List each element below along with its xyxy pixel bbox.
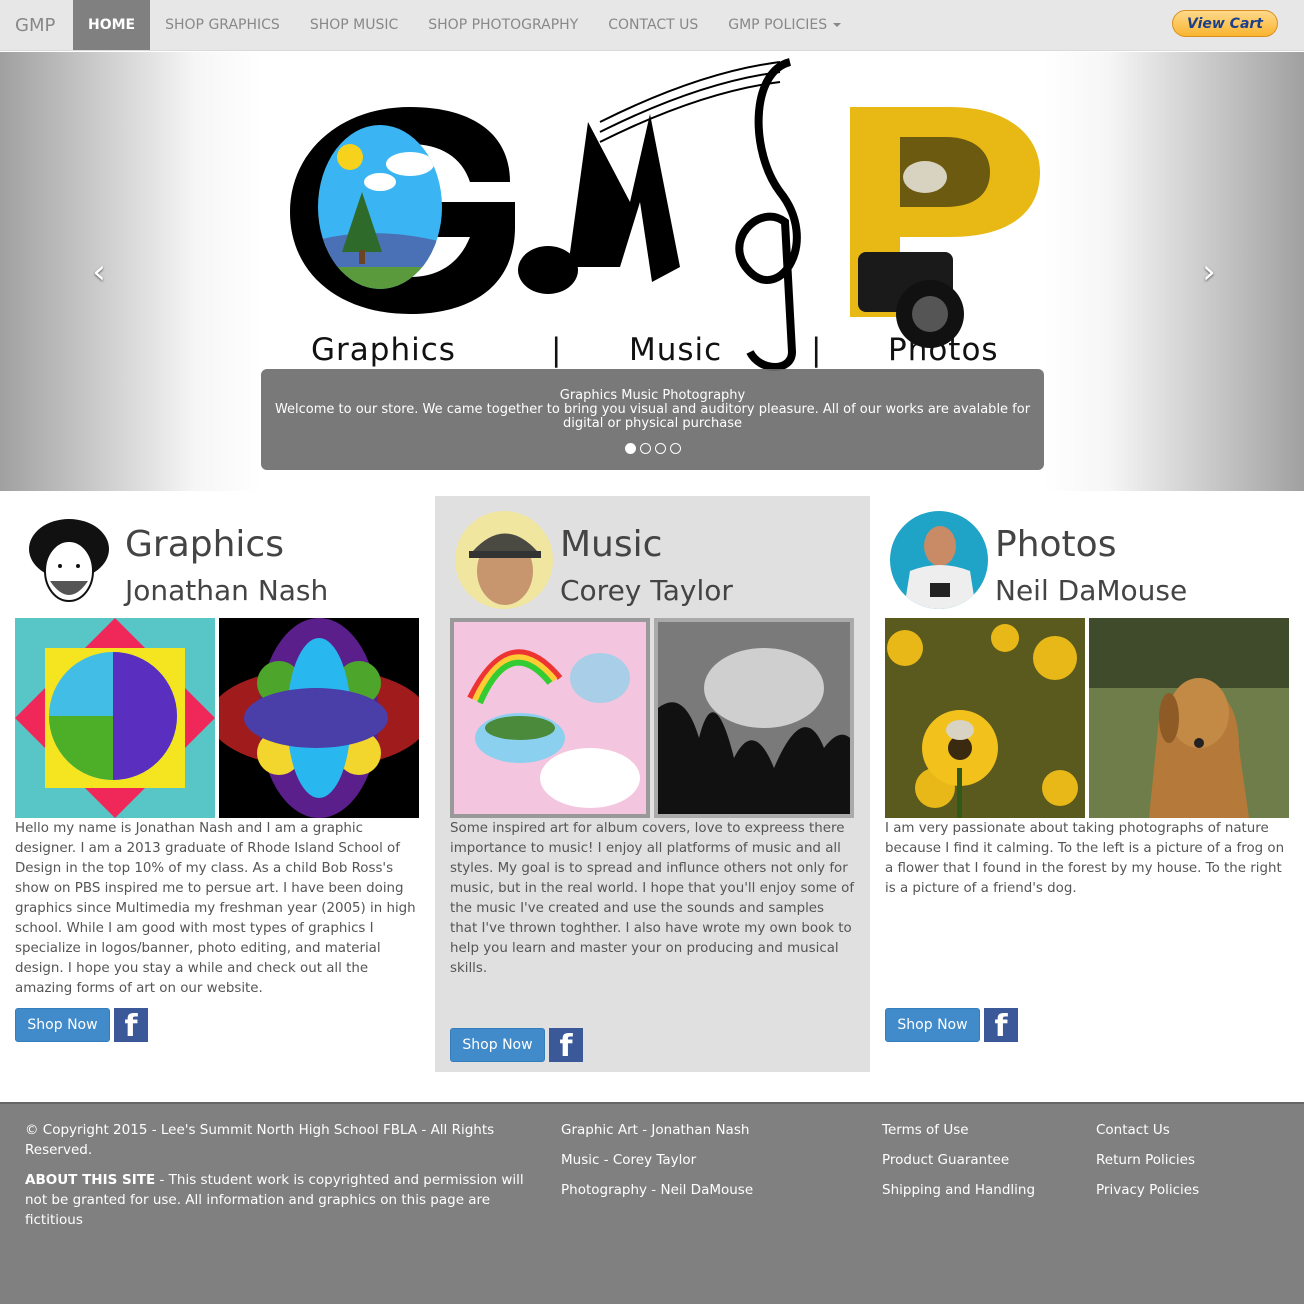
caption-text: Welcome to our store. We came together t… xyxy=(274,402,1031,431)
footer-link-guarantee[interactable]: Product Guarantee xyxy=(882,1150,1082,1170)
music-artist-name: Corey Taylor xyxy=(560,574,733,607)
graphics-sample-1 xyxy=(15,618,215,818)
photos-bio: I am very passionate about taking photog… xyxy=(885,821,1285,896)
footer-about-label: ABOUT THIS SITE xyxy=(25,1172,156,1188)
frog-on-flower-photo xyxy=(885,618,1085,818)
carousel-caption: Graphics Music Photography Welcome to ou… xyxy=(261,369,1044,470)
logo-letter-m xyxy=(518,58,801,371)
album-cover-2 xyxy=(654,618,854,818)
nav-shop-graphics[interactable]: SHOP GRAPHICS xyxy=(150,0,295,50)
brand-link[interactable]: GMP xyxy=(0,0,73,50)
footer-link-contact-us[interactable]: Contact Us xyxy=(1096,1120,1296,1140)
photos-samples xyxy=(885,618,1289,818)
carousel-indicator-1[interactable] xyxy=(624,443,636,454)
shop-photography-button[interactable]: Shop Now xyxy=(885,1008,980,1042)
shop-music-button[interactable]: Shop Now xyxy=(450,1028,545,1062)
footer-link-shipping[interactable]: Shipping and Handling xyxy=(882,1180,1082,1200)
graphics-sample-2 xyxy=(219,618,419,818)
graphics-artist-name: Jonathan Nash xyxy=(125,574,329,607)
neil-damouse-avatar xyxy=(890,511,988,609)
footer-link-return-policies[interactable]: Return Policies xyxy=(1096,1150,1296,1170)
graphics-bio: Hello my name is Jonathan Nash and I am … xyxy=(15,821,416,996)
photos-column: Photos Neil DaMouse I am very passionate… xyxy=(870,496,1304,1072)
music-samples xyxy=(450,618,854,818)
carousel-indicator-2[interactable] xyxy=(639,443,651,454)
corey-taylor-avatar xyxy=(455,511,553,609)
carousel-next-control[interactable]: › xyxy=(1194,252,1224,292)
top-navbar: GMP HOME SHOP GRAPHICS SHOP MUSIC SHOP P… xyxy=(0,0,1304,51)
tagline-music: Music xyxy=(629,332,723,368)
album-cover-1 xyxy=(450,618,650,818)
footer-link-graphic-art[interactable]: Graphic Art - Jonathan Nash xyxy=(561,1120,861,1140)
graphics-title: Graphics xyxy=(125,524,284,565)
footer-policies: Terms of Use Product Guarantee Shipping … xyxy=(882,1120,1082,1210)
carousel-indicator-4[interactable] xyxy=(669,443,681,454)
footer-copyright: © Copyright 2015 - Lee's Summit North Hi… xyxy=(25,1122,495,1158)
caret-down-icon xyxy=(833,23,842,27)
music-title: Music xyxy=(560,524,663,565)
chevron-right-icon: › xyxy=(1202,252,1216,292)
graphics-actions: Shop Now f xyxy=(15,1008,148,1042)
carousel-indicator-3[interactable] xyxy=(654,443,666,454)
graphics-samples xyxy=(15,618,419,818)
nav-home[interactable]: HOME xyxy=(73,0,151,50)
footer-link-photography[interactable]: Photography - Neil DaMouse xyxy=(561,1180,861,1200)
footer-about-text: ABOUT THIS SITE - This student work is c… xyxy=(25,1170,535,1230)
nav-shop-photography[interactable]: SHOP PHOTOGRAPHY xyxy=(413,0,593,50)
shop-graphics-button[interactable]: Shop Now xyxy=(15,1008,110,1042)
graphics-column: Graphics Jonathan Nash Hello my name is … xyxy=(0,496,435,1072)
nav-contact-us[interactable]: CONTACT US xyxy=(593,0,713,50)
footer-contact: Contact Us Return Policies Privacy Polic… xyxy=(1096,1120,1296,1210)
music-column: Music Corey Taylor Some inspired art for… xyxy=(435,496,870,1072)
view-cart-button[interactable]: View Cart xyxy=(1172,10,1278,37)
nav-gmp-policies-dropdown[interactable]: GMP POLICIES xyxy=(713,0,856,50)
jonathan-nash-avatar xyxy=(20,511,118,609)
hero-carousel: ‹ › Graphics | Music | Photos Graphics M… xyxy=(0,52,1304,491)
logo-letter-g xyxy=(290,107,515,314)
facebook-icon[interactable]: f xyxy=(984,1008,1018,1042)
gmp-logo-image xyxy=(290,58,1040,371)
footer-link-terms[interactable]: Terms of Use xyxy=(882,1120,1082,1140)
site-footer: © Copyright 2015 - Lee's Summit North Hi… xyxy=(0,1102,1304,1304)
caption-title: Graphics Music Photography xyxy=(559,388,746,403)
nav-shop-music[interactable]: SHOP MUSIC xyxy=(295,0,413,50)
tagline-graphics: Graphics xyxy=(311,332,456,368)
footer-about: © Copyright 2015 - Lee's Summit North Hi… xyxy=(25,1120,535,1240)
footer-link-music[interactable]: Music - Corey Taylor xyxy=(561,1150,861,1170)
carousel-prev-control[interactable]: ‹ xyxy=(84,252,114,292)
facebook-icon[interactable]: f xyxy=(114,1008,148,1042)
tagline-divider: | xyxy=(551,332,563,368)
footer-artists: Graphic Art - Jonathan Nash Music - Core… xyxy=(561,1120,861,1210)
photos-title: Photos xyxy=(995,524,1117,565)
tagline-divider: | xyxy=(811,332,823,368)
carousel-indicators xyxy=(261,443,1044,454)
tagline-photos: Photos xyxy=(888,332,999,368)
chevron-left-icon: ‹ xyxy=(92,252,106,292)
photos-actions: Shop Now f xyxy=(885,1008,1018,1042)
nav-gmp-policies-label: GMP POLICIES xyxy=(728,17,828,33)
photos-artist-name: Neil DaMouse xyxy=(995,574,1188,607)
footer-link-privacy-policies[interactable]: Privacy Policies xyxy=(1096,1180,1296,1200)
music-bio: Some inspired art for album covers, love… xyxy=(450,821,855,976)
facebook-icon[interactable]: f xyxy=(549,1028,583,1062)
dog-photo xyxy=(1089,618,1289,818)
logo-tagline: Graphics | Music | Photos xyxy=(311,332,1021,372)
logo-letter-p xyxy=(850,107,1040,348)
music-actions: Shop Now f xyxy=(450,1028,583,1062)
